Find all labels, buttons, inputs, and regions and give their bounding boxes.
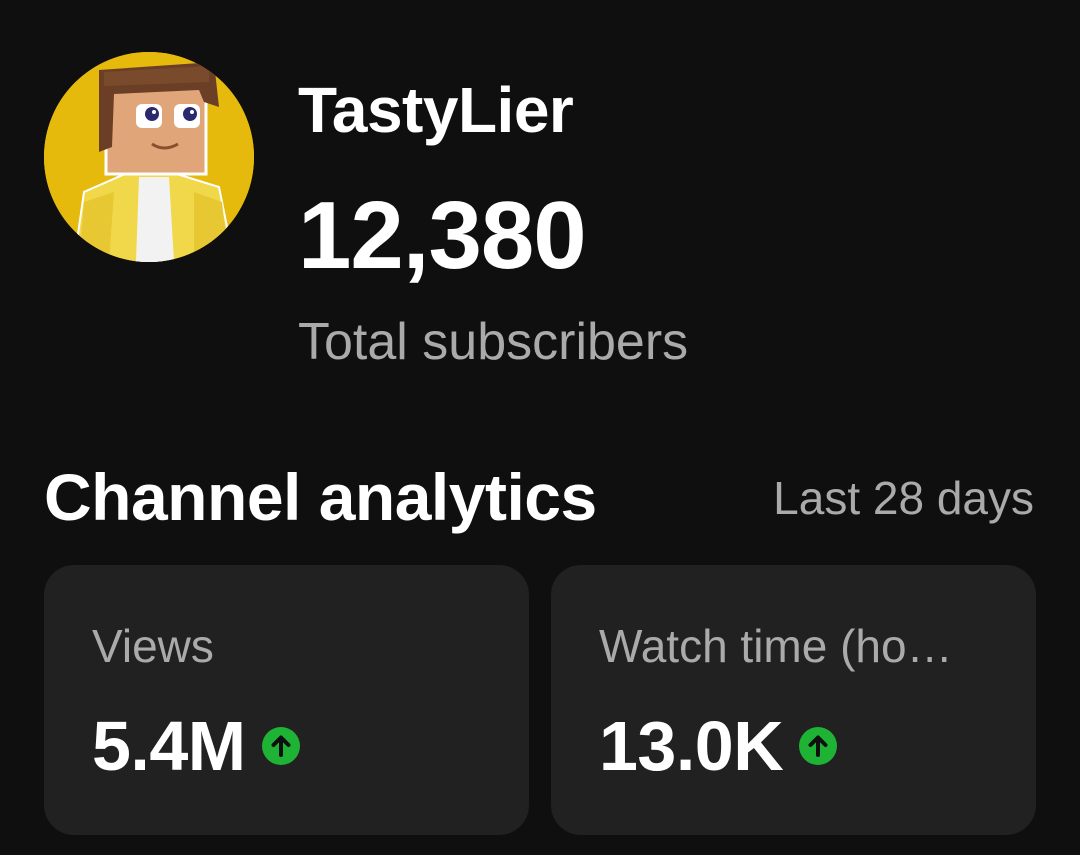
period-selector[interactable]: Last 28 days xyxy=(773,475,1034,521)
section-title: Channel analytics xyxy=(44,460,597,534)
card-value-row: 13.0K xyxy=(599,707,838,785)
card-label: Watch time (ho… xyxy=(599,620,953,672)
watch-time-card[interactable]: Watch time (ho… 13.0K xyxy=(551,565,1036,835)
minecraft-character-avatar-icon xyxy=(44,52,254,262)
card-value: 5.4M xyxy=(92,707,246,785)
card-label: Views xyxy=(92,620,214,672)
card-value: 13.0K xyxy=(599,707,784,785)
subscriber-count: 12,380 xyxy=(298,182,587,289)
arrow-up-circle-icon xyxy=(799,727,838,765)
views-card[interactable]: Views 5.4M xyxy=(44,565,529,835)
card-value-row: 5.4M xyxy=(92,711,300,781)
subscriber-label: Total subscribers xyxy=(298,313,689,371)
arrow-up-circle-icon xyxy=(261,727,300,765)
channel-avatar[interactable] xyxy=(44,52,254,262)
channel-name[interactable]: TastyLier xyxy=(298,78,574,142)
